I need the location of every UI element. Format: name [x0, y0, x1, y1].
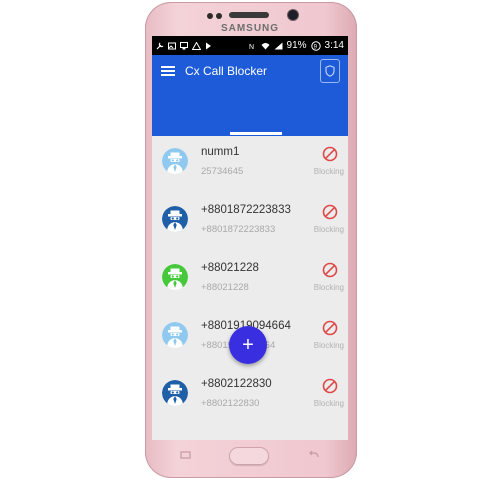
earpiece-speaker [229, 12, 269, 18]
tab-indicator [230, 132, 282, 135]
contact-name: +8801872223833 [201, 204, 291, 216]
status-bar: N 91% 9 3:14 [152, 36, 348, 55]
list-item[interactable]: +8802122830 +8802122830 Blocking [152, 368, 348, 426]
shield-button[interactable] [320, 59, 340, 83]
clock: 3:14 [324, 40, 344, 51]
block-icon[interactable] [322, 146, 338, 162]
blocking-status: Blocking [313, 399, 344, 408]
battery-icon: 9 [310, 40, 321, 51]
shield-icon [325, 65, 335, 77]
recent-apps-icon [180, 450, 191, 459]
image-icon [168, 42, 176, 49]
wrench-icon [156, 42, 164, 49]
sensor-dot [207, 13, 213, 19]
svg-text:9: 9 [313, 44, 317, 50]
phone-screen: N 91% 9 3:14 Cx Call Blocker numm1 25734… [152, 36, 348, 440]
block-icon[interactable] [322, 378, 338, 394]
list-item[interactable]: numm1 25734645 Blocking [152, 136, 348, 194]
list-item[interactable]: +8801872223833 +8801872223833 Blocking [152, 194, 348, 252]
list-item[interactable]: +88021228 +88021228 Blocking [152, 252, 348, 310]
warning-icon [192, 41, 201, 50]
play-icon [206, 42, 211, 49]
blocking-status: Blocking [313, 341, 344, 350]
contact-name: +88021228 [201, 262, 259, 274]
back-icon [309, 450, 319, 457]
device-brand: SAMSUNG [220, 23, 280, 34]
nfc-icon: N [249, 44, 254, 50]
recent-apps-key[interactable] [180, 450, 192, 463]
hamburger-menu-icon[interactable] [161, 64, 175, 76]
app-bar: Cx Call Blocker [152, 55, 348, 136]
wifi-icon [261, 42, 270, 49]
contact-avatar-icon [162, 380, 188, 406]
block-icon[interactable] [322, 204, 338, 220]
contact-name: +8802122830 [201, 378, 272, 390]
contact-avatar-icon [162, 322, 188, 348]
phone-number: +8802122830 [201, 398, 260, 409]
home-button[interactable] [229, 447, 269, 465]
add-number-button[interactable]: + [229, 326, 267, 364]
battery-percent: 91% [286, 40, 307, 51]
svg-text:N: N [249, 44, 254, 50]
phone-number: +8801872223833 [201, 224, 276, 235]
block-icon[interactable] [322, 262, 338, 278]
plus-icon: + [242, 333, 254, 356]
cast-icon [180, 41, 188, 49]
signal-icon [274, 42, 283, 49]
blocking-status: Blocking [313, 283, 344, 292]
blocking-status: Blocking [313, 225, 344, 234]
phone-number: 25734645 [201, 166, 244, 177]
phone-number: +88021228 [201, 282, 249, 293]
contact-avatar-icon [162, 148, 188, 174]
front-camera [288, 10, 298, 20]
sensor-dot [216, 13, 222, 19]
blocking-status: Blocking [313, 167, 344, 176]
blocked-number-list: numm1 25734645 Blocking +8801872223833 +… [152, 136, 348, 426]
app-title: Cx Call Blocker [185, 64, 268, 78]
back-key[interactable] [308, 450, 320, 463]
contact-name: numm1 [201, 146, 240, 158]
contact-avatar-icon [162, 206, 188, 232]
block-icon[interactable] [322, 320, 338, 336]
contact-avatar-icon [162, 264, 188, 290]
